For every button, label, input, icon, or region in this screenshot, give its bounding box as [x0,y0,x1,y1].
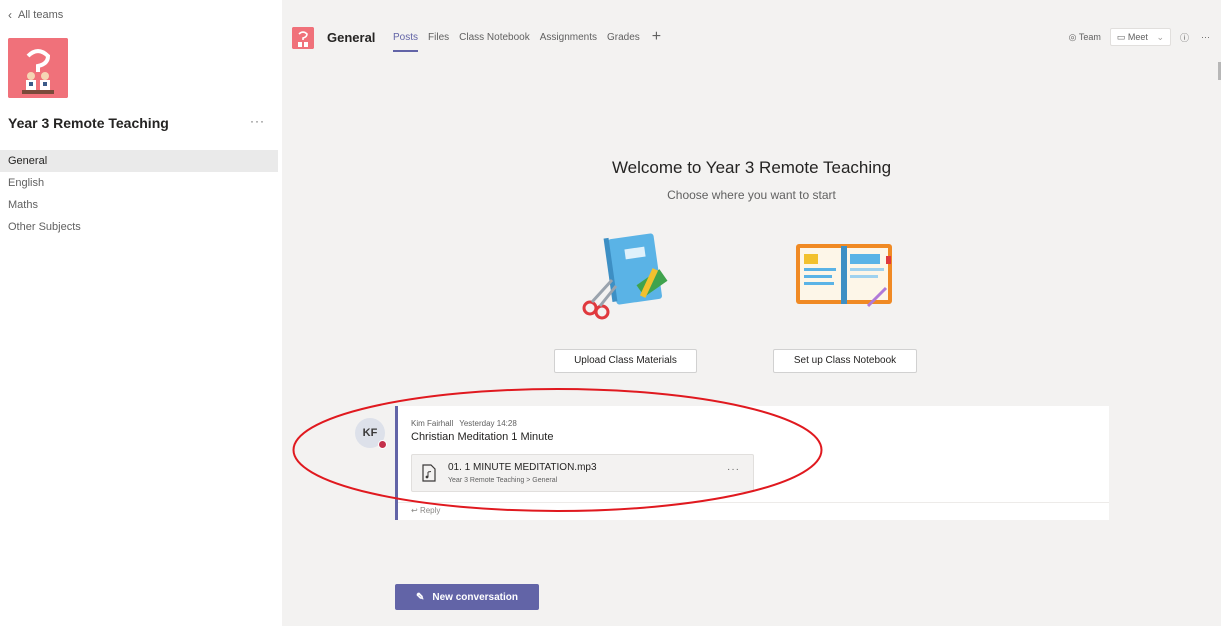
tab-posts[interactable]: Posts [393,32,419,52]
attachment-card[interactable]: 01. 1 MINUTE MEDITATION.mp3 Year 3 Remot… [411,454,754,492]
team-panel: ‹ All teams Year 3 Remote Teaching ··· G… [0,0,278,626]
channel-title: General [327,30,376,45]
attachment-more-icon[interactable]: ··· [727,464,740,475]
channel-team-icon [292,27,314,49]
new-conversation-label: New conversation [432,591,518,603]
header-actions: ◎ Team ▭ Meet ⌄ ⓘ ··· [1066,28,1213,46]
team-avatar-icon [8,38,68,98]
post-timestamp: Yesterday 14:28 [459,419,517,428]
all-teams-label: All teams [18,9,64,21]
info-icon[interactable]: ⓘ [1177,31,1192,44]
all-teams-link[interactable]: ‹ All teams [8,8,63,22]
reply-label: Reply [419,506,441,515]
audio-file-icon [422,464,436,482]
tab-bar: Posts Files Class Notebook Assignments G… [393,29,661,52]
channel-item-english[interactable]: English [0,172,278,194]
class-notebook-illustration [790,238,900,318]
meet-button-label: Meet [1127,32,1148,42]
tab-assignments[interactable]: Assignments [540,32,597,43]
channel-item-other-subjects[interactable]: Other Subjects [0,216,278,238]
post-meta: Kim Fairhall Yesterday 14:28 [411,419,517,428]
post-card: Kim Fairhall Yesterday 14:28 Christian M… [395,406,1109,520]
tab-class-notebook[interactable]: Class Notebook [459,32,530,43]
team-name: Year 3 Remote Teaching [8,115,169,131]
chevron-down-icon[interactable]: ⌄ [1156,32,1164,42]
reply-arrow-icon: ↩ [411,506,418,515]
class-materials-illustration [572,228,692,328]
tab-grades[interactable]: Grades [607,32,640,43]
attachment-name: 01. 1 MINUTE MEDITATION.mp3 [448,462,597,473]
channel-list: General English Maths Other Subjects [0,150,278,238]
divider [398,502,1109,503]
reply-button[interactable]: ↩ Reply [411,506,440,515]
eye-icon: ◎ [1068,31,1077,42]
meet-button[interactable]: ▭ Meet ⌄ [1109,28,1171,46]
tab-files[interactable]: Files [428,32,449,43]
channel-main: General Posts Files Class Notebook Assig… [282,0,1221,626]
team-button[interactable]: ◎ Team [1066,32,1104,43]
attachment-path: Year 3 Remote Teaching > General [448,477,558,484]
channel-item-maths[interactable]: Maths [0,194,278,216]
channel-item-general[interactable]: General [0,150,278,172]
more-options-icon[interactable]: ··· [1198,32,1213,42]
team-button-label: Team [1078,31,1101,42]
new-conversation-button[interactable]: ✎ New conversation [395,584,539,610]
welcome-subtitle: Choose where you want to start [667,188,836,202]
upload-class-materials-button[interactable]: Upload Class Materials [554,349,697,373]
add-tab-icon[interactable]: + [652,29,661,45]
channel-header: General Posts Files Class Notebook Assig… [282,20,1221,64]
status-badge [378,440,387,449]
team-more-icon[interactable]: ··· [250,114,265,128]
welcome-title: Welcome to Year 3 Remote Teaching [611,158,892,177]
video-camera-icon: ▭ [1116,32,1126,42]
set-up-class-notebook-button[interactable]: Set up Class Notebook [773,349,917,373]
chevron-left-icon: ‹ [8,8,12,22]
compose-icon: ✎ [416,591,425,603]
post-title: Christian Meditation 1 Minute [411,431,554,443]
post-author[interactable]: Kim Fairhall [411,419,453,428]
